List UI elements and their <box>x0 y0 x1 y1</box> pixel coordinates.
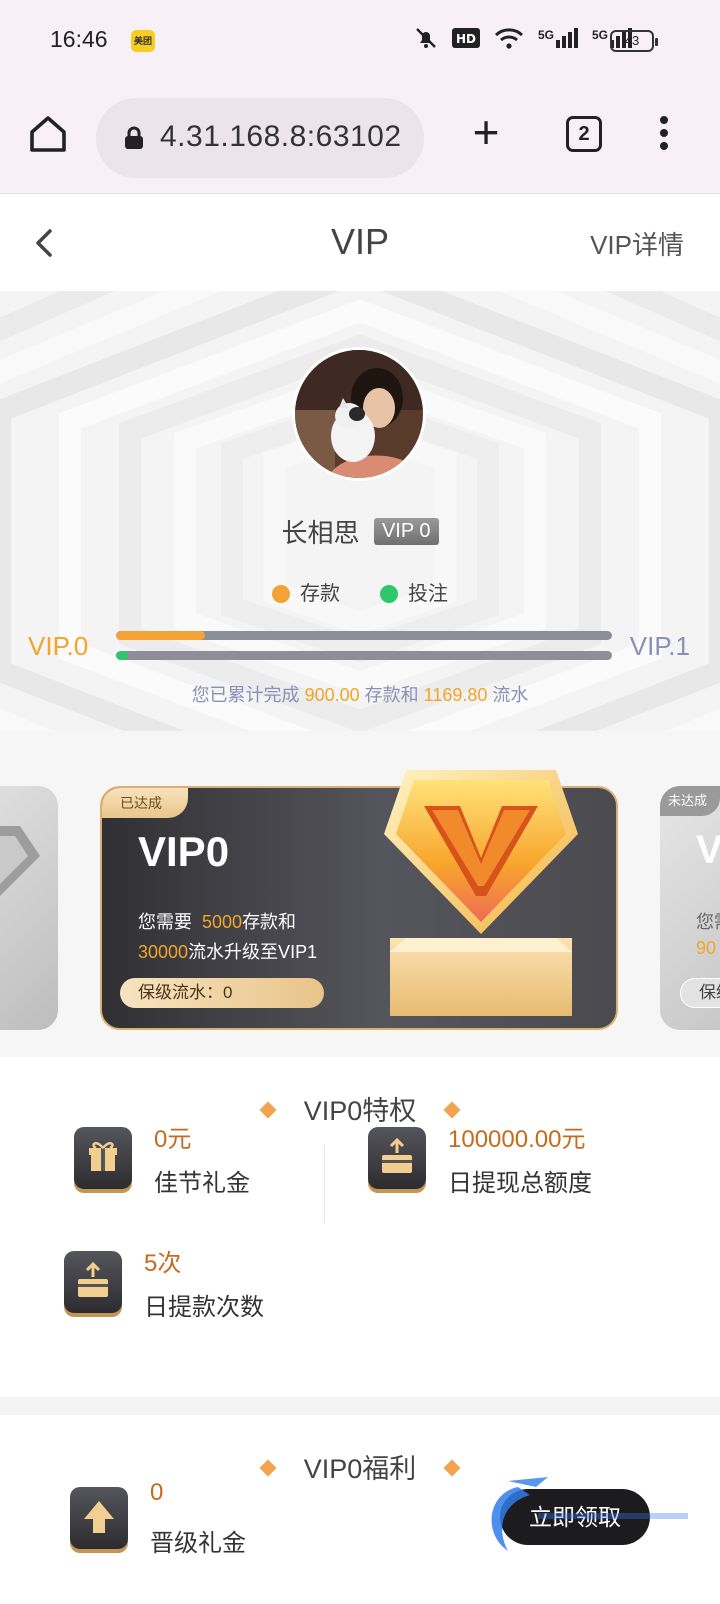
mute-bell-icon <box>416 28 436 48</box>
progress-summary: 您已累计完成 900.00 存款和 1169.80 流水 <box>191 685 529 705</box>
bet-progress-fill <box>116 651 129 660</box>
privileges-section: VIP0特权 0元 佳节礼金 100000.00元 日提现总额度 5次 日提款次… <box>0 1057 720 1397</box>
deposit-progress-bar <box>116 631 612 640</box>
address-bar[interactable]: 4.31.168.8:63102 <box>96 98 424 178</box>
meituan-app-icon: 美团 <box>131 30 155 52</box>
home-icon[interactable] <box>26 112 70 156</box>
gift-icon <box>74 1127 132 1189</box>
bet-progress-bar <box>116 651 612 660</box>
perk-label: 日提款次数 <box>144 1294 264 1321</box>
bet-dot <box>380 585 398 603</box>
battery-indicator: 43 <box>610 30 658 52</box>
privileges-title: VIP0特权 <box>0 1089 720 1128</box>
username: 长相思 <box>281 518 360 548</box>
more-menu-icon[interactable] <box>654 112 674 156</box>
perk-value: 100000.00元 <box>448 1126 586 1153</box>
upgrade-requirement-line2: 30000流水升级至VIP1 <box>138 942 318 962</box>
perk-label: 佳节礼金 <box>154 1170 250 1197</box>
turnover-total: 1169.80 <box>423 685 488 705</box>
wallet-icon <box>64 1251 122 1313</box>
wifi-icon <box>494 28 523 49</box>
benefits-title: VIP0福利 <box>0 1447 720 1486</box>
vip-card-previous[interactable] <box>0 786 58 1030</box>
next-card-retain-pill: 保级 <box>680 978 720 1008</box>
vip-details-link[interactable]: VIP详情 <box>590 225 684 262</box>
vip-level-badge: VIP 0 <box>373 518 439 545</box>
legend-bet: 投注 <box>380 577 448 606</box>
silver-diamond-icon <box>0 826 40 896</box>
legend-deposit: 存款 <box>272 577 340 606</box>
next-card-level-title: V <box>696 828 720 872</box>
diamond-bullet-icon <box>443 1101 461 1119</box>
vip-card-next[interactable]: 未达成 V 您需 90 保级 <box>660 786 720 1030</box>
deposit-progress-fill <box>116 631 206 640</box>
status-time: 16:46 <box>50 26 108 52</box>
progress-legend: 存款 投注 <box>0 577 720 606</box>
vip-hero: 长相思 VIP 0 存款 投注 VIP.0 VIP.1 您已累计完成 900.0… <box>0 291 720 1057</box>
upgrade-requirement-line1: 您需要 5000存款和 <box>138 912 297 932</box>
wallet-icon <box>368 1127 426 1189</box>
avatar-photo <box>295 350 423 478</box>
card-level-title: VIP0 <box>138 828 230 875</box>
next-card-amount: 90 <box>696 938 717 958</box>
status-icons: HD 5G 5G <box>414 26 632 50</box>
achieved-badge: 已达成 <box>102 788 188 818</box>
perk-value: 0元 <box>154 1126 192 1153</box>
signal-5g-icon-1: 5G <box>538 28 578 48</box>
arrow-up-icon <box>70 1487 128 1549</box>
retain-turnover-pill: 保级流水：0 <box>120 978 324 1008</box>
url-text[interactable]: 4.31.168.8:63102 <box>160 120 402 154</box>
perk-divider <box>324 1145 325 1223</box>
claim-button[interactable]: 立即领取 <box>500 1489 650 1545</box>
diamond-bullet-icon <box>443 1459 461 1477</box>
hd-icon: HD <box>451 28 480 48</box>
current-level-label: VIP.0 <box>28 631 89 661</box>
new-tab-button[interactable]: + <box>466 109 506 155</box>
username-row: 长相思 VIP 0 <box>0 513 720 550</box>
perk-value: 5次 <box>144 1250 182 1277</box>
gold-v-diamond-icon <box>384 770 578 1016</box>
diamond-bullet-icon <box>259 1101 277 1119</box>
diamond-bullet-icon <box>259 1459 277 1477</box>
section-separator <box>0 1397 720 1415</box>
deposit-dot <box>272 585 290 603</box>
benefits-section: VIP0福利 0 晋级礼金 立即领取 <box>0 1415 720 1604</box>
deposit-total: 900.00 <box>304 685 360 705</box>
benefit-label: 晋级礼金 <box>150 1530 246 1557</box>
next-level-label: VIP.1 <box>629 631 690 661</box>
benefit-value: 0 <box>150 1479 164 1506</box>
lock-icon <box>125 126 143 149</box>
not-achieved-badge: 未达成 <box>660 786 720 816</box>
perk-label: 日提现总额度 <box>448 1170 592 1197</box>
user-avatar[interactable] <box>292 347 426 481</box>
page-header: VIP VIP详情 <box>0 195 720 291</box>
browser-toolbar: 4.31.168.8:63102 + 2 <box>0 82 720 194</box>
status-bar: 16:46 美团 HD 5G 5G 43 <box>0 0 720 82</box>
svg-text:HD: HD <box>456 32 476 46</box>
tab-switcher-button[interactable]: 2 <box>566 116 602 152</box>
next-card-requirement: 您需 <box>696 912 720 932</box>
